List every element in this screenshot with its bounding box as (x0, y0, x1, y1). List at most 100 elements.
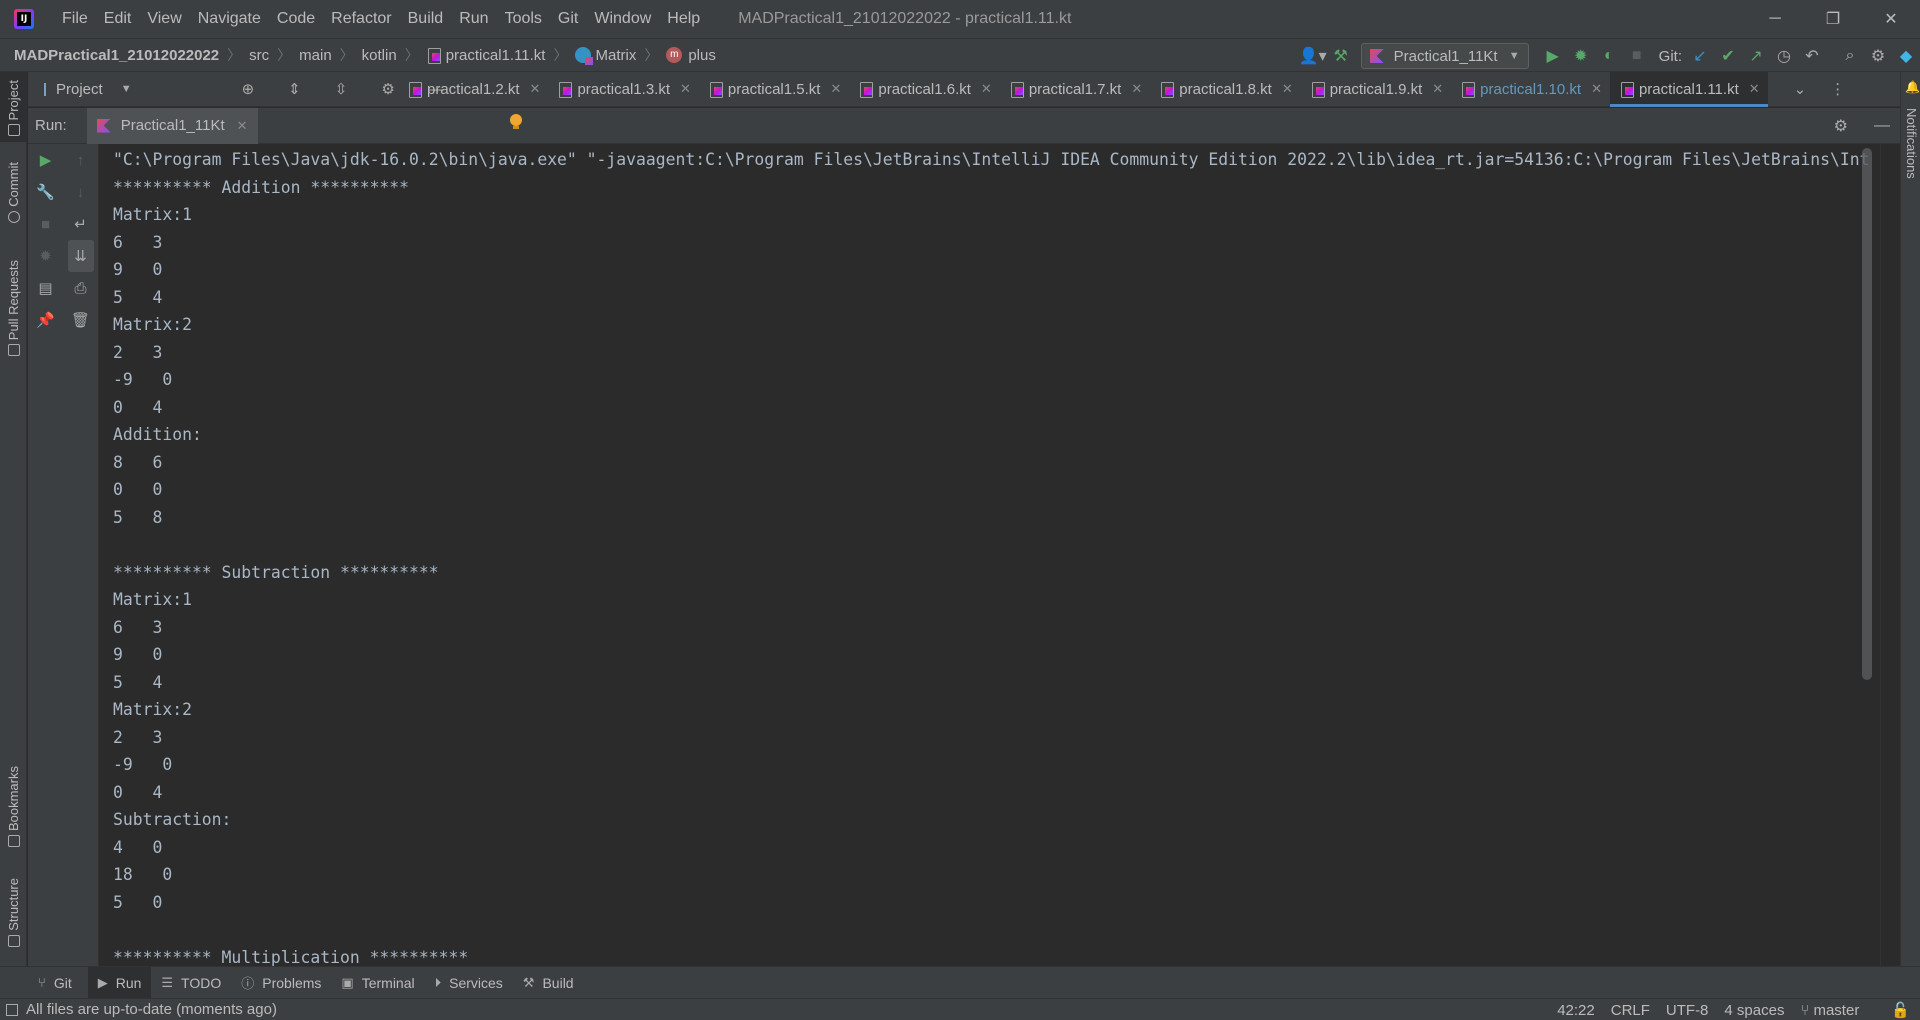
lock-icon[interactable]: 🔓 (1891, 1001, 1910, 1019)
menu-file[interactable]: File (54, 10, 96, 28)
rollback-icon[interactable]: ↶ (1798, 42, 1826, 70)
tool-run[interactable]: ▶ Run (87, 966, 152, 999)
breadcrumb-file[interactable]: practical1.11.kt (427, 47, 545, 64)
chevron-down-icon[interactable]: ⌄ (1794, 80, 1807, 98)
breadcrumb-class[interactable]: Matrix (575, 47, 636, 65)
menu-code[interactable]: Code (269, 10, 323, 28)
indent-setting[interactable]: 4 spaces (1724, 1002, 1784, 1019)
close-icon[interactable]: ✕ (1432, 81, 1443, 97)
debug-bug-icon[interactable]: ✹ (39, 240, 52, 272)
lightbulb-icon[interactable] (510, 114, 522, 130)
breadcrumb-kotlin[interactable]: kotlin (362, 47, 397, 64)
caret-position[interactable]: 42:22 (1557, 1002, 1595, 1019)
user-icon[interactable]: 👤▾ (1299, 42, 1327, 70)
tool-build[interactable]: ⚒ Build (513, 967, 584, 999)
toggle-tool-windows-icon[interactable] (6, 1003, 18, 1016)
breadcrumb-method[interactable]: m plus (666, 47, 716, 64)
toolbox-icon[interactable]: ◆ (1892, 42, 1920, 70)
stripe-bookmarks[interactable]: Bookmarks (0, 766, 27, 848)
stripe-structure[interactable]: Structure (0, 878, 27, 958)
tab-practical1-3[interactable]: practical1.3.kt ✕ (548, 72, 698, 107)
close-icon[interactable]: ✕ (1131, 81, 1142, 97)
tab-practical1-2[interactable]: practical1.2.kt ✕ (398, 72, 548, 107)
tab-practical1-11[interactable]: practical1.11.kt ✕ (1609, 71, 1768, 107)
close-icon[interactable]: ✕ (1591, 81, 1602, 97)
stripe-project[interactable]: Project (0, 72, 27, 142)
tool-todo[interactable]: ☰ TODO (151, 967, 231, 999)
debug-icon[interactable]: ✹ (1567, 42, 1595, 70)
edit-config-wrench-icon[interactable]: 🔧 (36, 176, 55, 208)
console-output[interactable]: "C:\Program Files\Java\jdk-16.0.2\bin\ja… (100, 144, 1878, 966)
minimize-button[interactable]: ─ (1746, 0, 1804, 38)
gear-icon[interactable]: ⚙ (381, 80, 394, 98)
tab-practical1-7[interactable]: practical1.7.kt ✕ (1000, 72, 1150, 107)
layout-icon[interactable]: ▤ (38, 272, 52, 304)
more-vertical-icon[interactable]: ⋮ (1830, 80, 1845, 98)
menu-git[interactable]: Git (550, 10, 586, 28)
menu-edit[interactable]: Edit (96, 10, 140, 28)
project-panel-label[interactable]: Project (56, 81, 103, 98)
tab-practical1-8[interactable]: practical1.8.kt ✕ (1150, 72, 1300, 107)
close-icon[interactable]: ✕ (830, 81, 841, 97)
menu-view[interactable]: View (139, 10, 189, 28)
arrow-down-icon[interactable]: ↓ (77, 176, 85, 208)
git-update-icon[interactable]: ↙ (1686, 42, 1714, 70)
restore-button[interactable]: ❐ (1804, 0, 1862, 38)
tool-git[interactable]: ⑂ Git (28, 967, 82, 999)
breadcrumb-src[interactable]: src (249, 47, 269, 64)
close-icon[interactable]: ✕ (1749, 81, 1760, 97)
pin-icon[interactable]: 📌 (36, 304, 55, 336)
git-commit-icon[interactable]: ✔ (1714, 42, 1742, 70)
file-encoding[interactable]: UTF-8 (1666, 1002, 1709, 1019)
stripe-commit[interactable]: Commit (0, 162, 27, 242)
soft-wrap-icon[interactable]: ↵ (74, 208, 87, 240)
menu-refactor[interactable]: Refactor (323, 10, 399, 28)
tab-practical1-10[interactable]: practical1.10.kt ✕ (1451, 72, 1610, 107)
breadcrumb-project[interactable]: MADPractical1_21012022022 (14, 47, 219, 64)
scroll-to-end-icon[interactable]: ⇊ (67, 240, 94, 272)
trash-icon[interactable]: 🗑 (71, 304, 90, 336)
stop-icon[interactable]: ■ (1623, 42, 1651, 70)
coverage-icon[interactable]: ◐ (1595, 42, 1623, 70)
breadcrumb-main[interactable]: main (299, 47, 332, 64)
tool-problems[interactable]: ⓘ Problems (231, 967, 331, 999)
menu-help[interactable]: Help (659, 10, 708, 28)
git-push-icon[interactable]: ↗ (1742, 42, 1770, 70)
tab-practical1-5[interactable]: practical1.5.kt ✕ (699, 72, 849, 107)
run-icon[interactable]: ▶ (1539, 42, 1567, 70)
line-separator[interactable]: CRLF (1611, 1002, 1650, 1019)
close-icon[interactable]: ✕ (981, 81, 992, 97)
chevron-down-icon[interactable]: ▼ (121, 83, 132, 95)
search-icon[interactable]: ⌕ (1836, 42, 1864, 70)
menu-tools[interactable]: Tools (497, 10, 550, 28)
notifications-bell-icon[interactable]: 🔔 (1905, 80, 1920, 94)
menu-navigate[interactable]: Navigate (190, 10, 269, 28)
rerun-icon[interactable]: ▶ (40, 144, 52, 176)
menu-build[interactable]: Build (400, 10, 452, 28)
settings-gear-icon[interactable]: ⚙ (1864, 42, 1892, 70)
git-branch[interactable]: ⑂ master (1800, 1002, 1875, 1019)
collapse-all-icon[interactable]: ⇳ (335, 80, 348, 98)
close-icon[interactable]: ✕ (680, 81, 691, 97)
console-text[interactable]: "C:\Program Files\Java\jdk-16.0.2\bin\ja… (100, 144, 1878, 966)
status-message[interactable]: All files are up-to-date (moments ago) (26, 1001, 277, 1018)
menu-run[interactable]: Run (451, 10, 496, 28)
build-hammer-icon[interactable]: ⚒ (1327, 42, 1355, 70)
run-configuration-select[interactable]: Practical1_11Kt ▼ (1360, 43, 1529, 69)
hide-panel-icon[interactable]: — (1874, 117, 1890, 135)
expand-all-icon[interactable]: ⇕ (288, 80, 301, 98)
tool-terminal[interactable]: ▣ Terminal (331, 967, 424, 999)
tab-practical1-9[interactable]: practical1.9.kt ✕ (1301, 72, 1451, 107)
tab-practical1-6[interactable]: practical1.6.kt ✕ (849, 72, 999, 107)
stop-icon[interactable]: ■ (41, 208, 50, 240)
menu-window[interactable]: Window (586, 10, 659, 28)
stripe-pull-requests[interactable]: Pull Requests (0, 260, 27, 372)
close-icon[interactable]: ✕ (530, 81, 541, 97)
tool-services[interactable]: ⏵ Services (425, 967, 513, 999)
close-icon[interactable]: ✕ (237, 118, 248, 134)
stripe-notifications[interactable]: Notifications (1904, 108, 1919, 179)
console-scrollbar[interactable] (1862, 148, 1872, 680)
close-window-button[interactable]: ✕ (1862, 0, 1920, 38)
run-tab-practical1-11kt[interactable]: Practical1_11Kt ✕ (86, 107, 258, 144)
gear-icon[interactable]: ⚙ (1834, 116, 1848, 136)
